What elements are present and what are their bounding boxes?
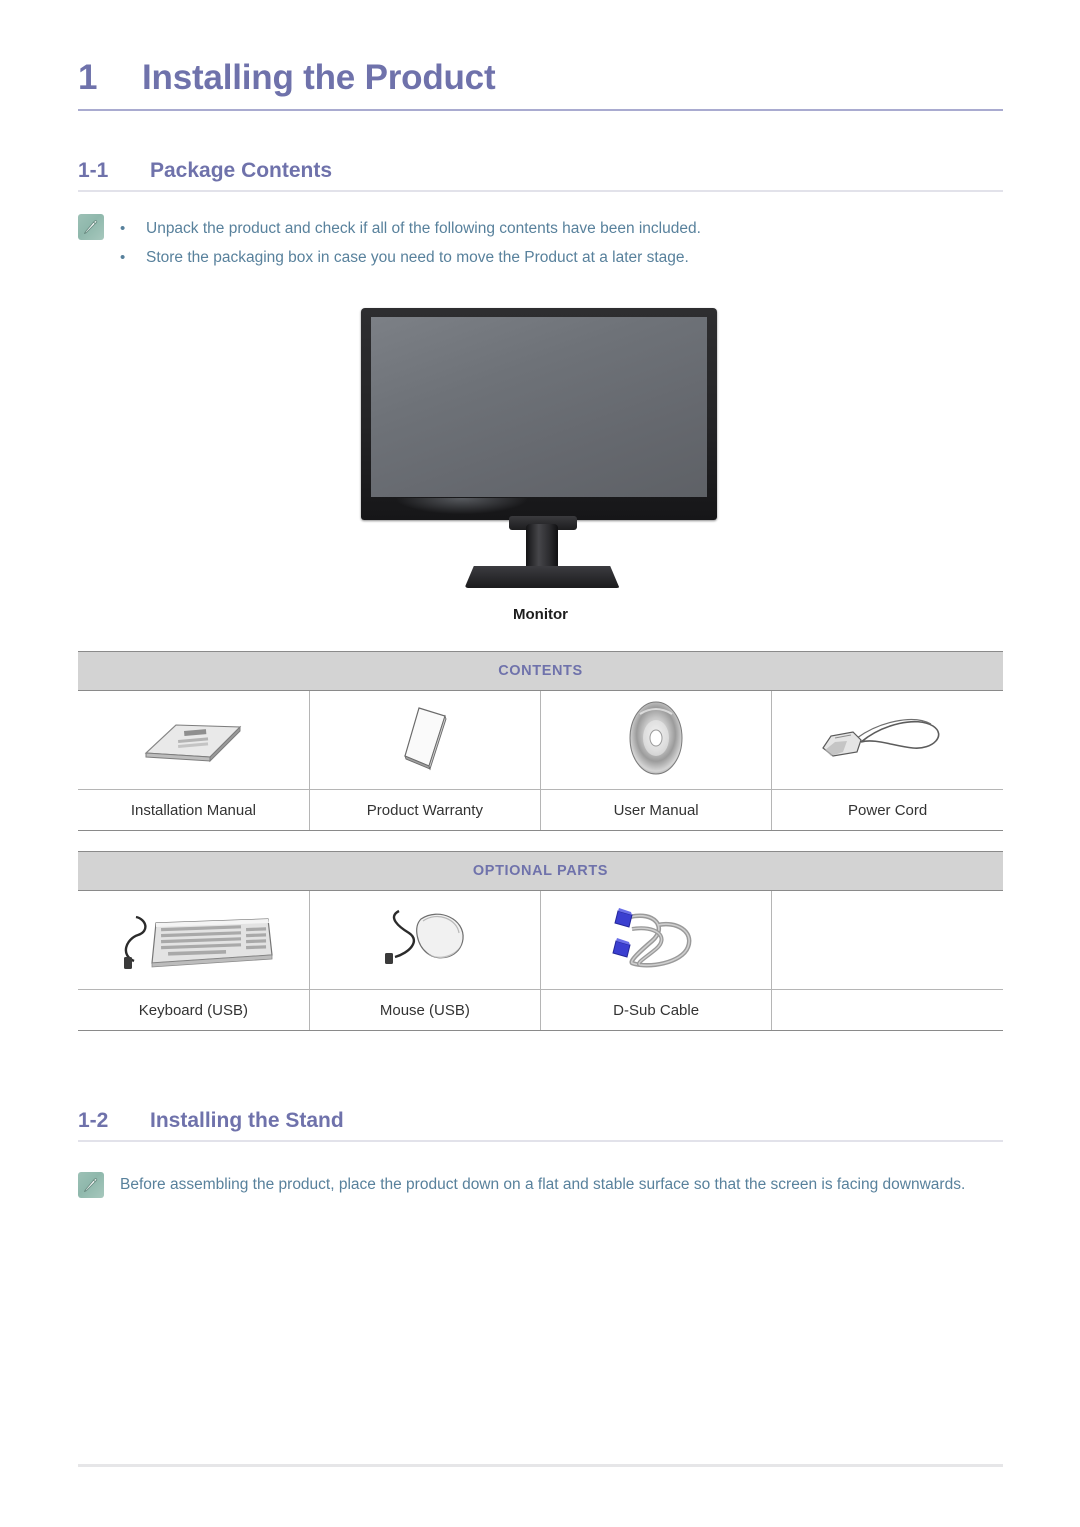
contents-cell-image	[771, 690, 1003, 790]
monitor-stand-base	[464, 566, 620, 588]
contents-table-header-row: CONTENTS	[78, 651, 1003, 691]
note-item: • Store the packaging box in case you ne…	[120, 243, 701, 272]
note-installing-stand: Before assembling the product, place the…	[78, 1172, 1003, 1198]
note-package-contents: • Unpack the product and check if all of…	[78, 214, 1003, 272]
optional-cell-image	[309, 890, 542, 990]
contents-cell-image	[309, 690, 542, 790]
keyboard-icon	[108, 899, 278, 977]
note-item-text: Unpack the product and check if all of t…	[146, 220, 701, 237]
note-item: • Unpack the product and check if all of…	[120, 214, 701, 243]
bullet-icon: •	[120, 220, 126, 237]
optional-cell-image	[78, 890, 310, 990]
note-stand-text: Before assembling the product, place the…	[120, 1176, 966, 1193]
contents-cell-image	[78, 690, 310, 790]
footer-divider	[78, 1464, 1003, 1467]
optional-item-label-empty	[771, 989, 1003, 1031]
optional-parts-table: OPTIONAL PARTS Keyboard (USB) Mouse (USB…	[78, 851, 1003, 1031]
section-divider-1-1	[78, 190, 1003, 192]
contents-label-row: Installation Manual Product Warranty Use…	[78, 789, 1003, 831]
optional-image-row	[78, 890, 1003, 990]
section-title-1-1: Package Contents	[150, 159, 333, 182]
monitor-chin-glow	[396, 498, 527, 514]
contents-item-label: Installation Manual	[78, 789, 310, 831]
note-item-text: Store the packaging box in case you need…	[146, 249, 689, 266]
optional-cell-image	[540, 890, 773, 990]
note-package-list: • Unpack the product and check if all of…	[120, 214, 701, 272]
section-divider-1-2	[78, 1140, 1003, 1142]
product-warranty-icon	[385, 698, 465, 778]
optional-item-label: Mouse (USB)	[309, 989, 542, 1031]
monitor-figure: Monitor	[78, 308, 1003, 623]
contents-item-label: User Manual	[540, 789, 773, 831]
chapter-heading: 1 Installing the Product	[78, 58, 1003, 98]
page-content: 1 Installing the Product 1-1 Package Con…	[78, 0, 1003, 1198]
optional-item-label: D-Sub Cable	[540, 989, 773, 1031]
chapter-number: 1	[78, 58, 98, 97]
contents-table-header: CONTENTS	[78, 651, 1003, 691]
optional-label-row: Keyboard (USB) Mouse (USB) D-Sub Cable	[78, 989, 1003, 1031]
contents-image-row	[78, 690, 1003, 790]
contents-cell-image	[540, 690, 773, 790]
power-cord-icon	[813, 708, 963, 768]
section-heading-1-2: 1-2 Installing the Stand	[78, 1109, 1003, 1133]
section-title-1-2: Installing the Stand	[150, 1109, 344, 1132]
optional-table-header: OPTIONAL PARTS	[78, 851, 1003, 891]
note-pencil-icon	[78, 214, 104, 240]
mouse-icon	[365, 899, 485, 977]
section-number-1-1: 1-1	[78, 159, 109, 182]
user-manual-cd-icon	[620, 698, 692, 778]
bullet-icon: •	[120, 249, 126, 266]
note-pencil-icon	[78, 1172, 104, 1198]
installation-manual-icon	[138, 703, 248, 773]
contents-item-label: Product Warranty	[309, 789, 542, 831]
dsub-cable-icon	[596, 899, 716, 977]
monitor-caption: Monitor	[513, 606, 568, 623]
optional-item-label: Keyboard (USB)	[78, 989, 310, 1031]
chapter-divider	[78, 109, 1003, 111]
monitor-bezel	[360, 308, 717, 520]
monitor-illustration	[360, 308, 721, 598]
section-number-1-2: 1-2	[78, 1109, 109, 1132]
chapter-title: Installing the Product	[142, 58, 496, 97]
section-heading-1-1: 1-1 Package Contents	[78, 159, 1003, 183]
document-page: 1 Installing the Product 1-1 Package Con…	[0, 0, 1080, 1527]
optional-cell-image-empty	[771, 890, 1003, 990]
contents-table: CONTENTS Installation Manual Product War…	[78, 651, 1003, 831]
monitor-screen	[370, 317, 707, 497]
optional-table-header-row: OPTIONAL PARTS	[78, 851, 1003, 891]
contents-item-label: Power Cord	[771, 789, 1003, 831]
